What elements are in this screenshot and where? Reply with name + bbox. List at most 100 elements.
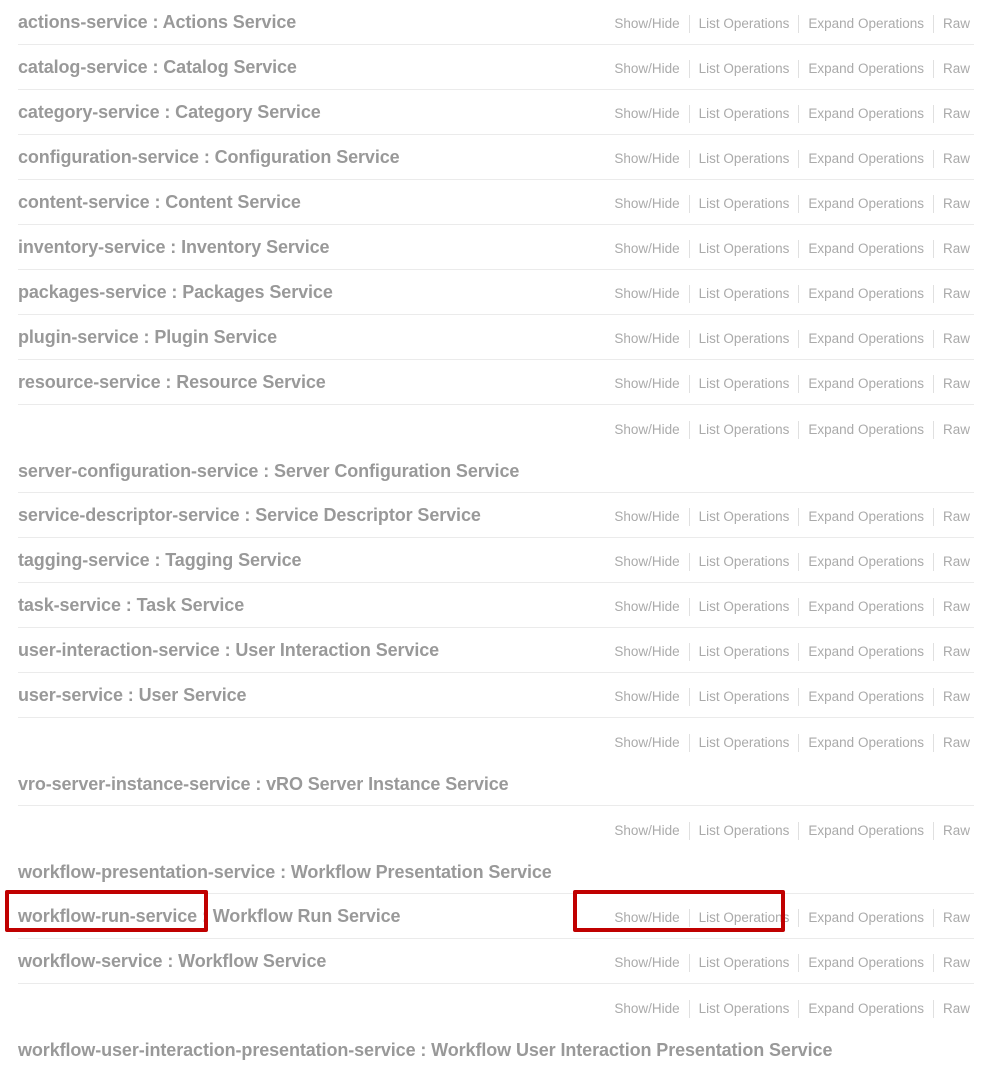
raw-link[interactable]: Raw [934,375,974,393]
expand-operations-link[interactable]: Expand Operations [799,60,933,78]
list-operations-link[interactable]: List Operations [690,195,799,213]
resource-heading-link[interactable]: vro-server-instance-service : vRO Server… [18,774,509,794]
list-operations-link[interactable]: List Operations [690,909,799,927]
show-hide-link[interactable]: Show/Hide [610,150,688,168]
resource-heading-link[interactable]: workflow-run-service : Workflow Run Serv… [18,906,401,926]
show-hide-link[interactable]: Show/Hide [610,375,688,393]
show-hide-link[interactable]: Show/Hide [610,105,688,123]
resource-heading-link[interactable]: content-service : Content Service [18,192,301,212]
show-hide-link[interactable]: Show/Hide [610,954,688,972]
raw-link[interactable]: Raw [934,285,974,303]
expand-operations-link[interactable]: Expand Operations [799,15,933,33]
raw-link[interactable]: Raw [934,15,974,33]
list-operations-link[interactable]: List Operations [690,15,799,33]
show-hide-link[interactable]: Show/Hide [610,688,688,706]
list-operations-link[interactable]: List Operations [690,553,799,571]
list-operations-link[interactable]: List Operations [690,150,799,168]
show-hide-link[interactable]: Show/Hide [610,195,688,213]
list-operations-link[interactable]: List Operations [690,375,799,393]
expand-operations-link[interactable]: Expand Operations [799,688,933,706]
resource-heading-link[interactable]: plugin-service : Plugin Service [18,327,277,347]
expand-operations-link[interactable]: Expand Operations [799,909,933,927]
resource-heading-link[interactable]: inventory-service : Inventory Service [18,237,330,257]
expand-operations-link[interactable]: Expand Operations [799,508,933,526]
list-operations-link[interactable]: List Operations [690,105,799,123]
expand-operations-link[interactable]: Expand Operations [799,1000,933,1018]
expand-operations-link[interactable]: Expand Operations [799,330,933,348]
show-hide-link[interactable]: Show/Hide [610,15,688,33]
resource-heading-link[interactable]: service-descriptor-service : Service Des… [18,505,481,525]
expand-operations-link[interactable]: Expand Operations [799,240,933,258]
raw-link[interactable]: Raw [934,240,974,258]
resource-heading-link[interactable]: packages-service : Packages Service [18,282,333,302]
show-hide-link[interactable]: Show/Hide [610,508,688,526]
expand-operations-link[interactable]: Expand Operations [799,553,933,571]
expand-operations-link[interactable]: Expand Operations [799,822,933,840]
show-hide-link[interactable]: Show/Hide [610,421,688,439]
show-hide-link[interactable]: Show/Hide [610,909,688,927]
show-hide-link[interactable]: Show/Hide [610,643,688,661]
resource-heading-link[interactable]: task-service : Task Service [18,595,244,615]
show-hide-link[interactable]: Show/Hide [610,553,688,571]
raw-link[interactable]: Raw [934,1000,974,1018]
raw-link[interactable]: Raw [934,421,974,439]
list-operations-link[interactable]: List Operations [690,734,799,752]
resource-heading-link[interactable]: user-service : User Service [18,685,247,705]
resource-heading-link[interactable]: category-service : Category Service [18,102,321,122]
expand-operations-link[interactable]: Expand Operations [799,421,933,439]
resource-heading-link[interactable]: server-configuration-service : Server Co… [18,461,519,481]
raw-link[interactable]: Raw [934,598,974,616]
list-operations-link[interactable]: List Operations [690,822,799,840]
list-operations-link[interactable]: List Operations [690,643,799,661]
raw-link[interactable]: Raw [934,734,974,752]
show-hide-link[interactable]: Show/Hide [610,285,688,303]
show-hide-link[interactable]: Show/Hide [610,734,688,752]
list-operations-link[interactable]: List Operations [690,421,799,439]
raw-link[interactable]: Raw [934,195,974,213]
list-operations-link[interactable]: List Operations [690,508,799,526]
show-hide-link[interactable]: Show/Hide [610,822,688,840]
list-operations-link[interactable]: List Operations [690,330,799,348]
raw-link[interactable]: Raw [934,60,974,78]
show-hide-link[interactable]: Show/Hide [610,1000,688,1018]
resource-heading-link[interactable]: actions-service : Actions Service [18,12,296,32]
raw-link[interactable]: Raw [934,688,974,706]
show-hide-link[interactable]: Show/Hide [610,598,688,616]
list-operations-link[interactable]: List Operations [690,240,799,258]
resource-heading-link[interactable]: catalog-service : Catalog Service [18,57,297,77]
list-operations-link[interactable]: List Operations [690,688,799,706]
expand-operations-link[interactable]: Expand Operations [799,375,933,393]
show-hide-link[interactable]: Show/Hide [610,60,688,78]
expand-operations-link[interactable]: Expand Operations [799,954,933,972]
list-operations-link[interactable]: List Operations [690,60,799,78]
raw-link[interactable]: Raw [934,909,974,927]
list-operations-link[interactable]: List Operations [690,954,799,972]
expand-operations-link[interactable]: Expand Operations [799,150,933,168]
resource-heading-link[interactable]: configuration-service : Configuration Se… [18,147,400,167]
expand-operations-link[interactable]: Expand Operations [799,195,933,213]
expand-operations-link[interactable]: Expand Operations [799,734,933,752]
resource-heading-link[interactable]: workflow-presentation-service : Workflow… [18,862,552,882]
raw-link[interactable]: Raw [934,105,974,123]
resource-heading-link[interactable]: user-interaction-service : User Interact… [18,640,439,660]
raw-link[interactable]: Raw [934,553,974,571]
show-hide-link[interactable]: Show/Hide [610,240,688,258]
resource-heading-link[interactable]: resource-service : Resource Service [18,372,326,392]
show-hide-link[interactable]: Show/Hide [610,330,688,348]
expand-operations-link[interactable]: Expand Operations [799,285,933,303]
list-operations-link[interactable]: List Operations [690,285,799,303]
resource-heading-link[interactable]: workflow-service : Workflow Service [18,951,326,971]
raw-link[interactable]: Raw [934,508,974,526]
expand-operations-link[interactable]: Expand Operations [799,643,933,661]
list-operations-link[interactable]: List Operations [690,598,799,616]
raw-link[interactable]: Raw [934,330,974,348]
raw-link[interactable]: Raw [934,822,974,840]
resource-heading-link[interactable]: workflow-user-interaction-presentation-s… [18,1040,832,1060]
expand-operations-link[interactable]: Expand Operations [799,598,933,616]
expand-operations-link[interactable]: Expand Operations [799,105,933,123]
raw-link[interactable]: Raw [934,150,974,168]
raw-link[interactable]: Raw [934,954,974,972]
resource-heading-link[interactable]: tagging-service : Tagging Service [18,550,302,570]
raw-link[interactable]: Raw [934,643,974,661]
list-operations-link[interactable]: List Operations [690,1000,799,1018]
